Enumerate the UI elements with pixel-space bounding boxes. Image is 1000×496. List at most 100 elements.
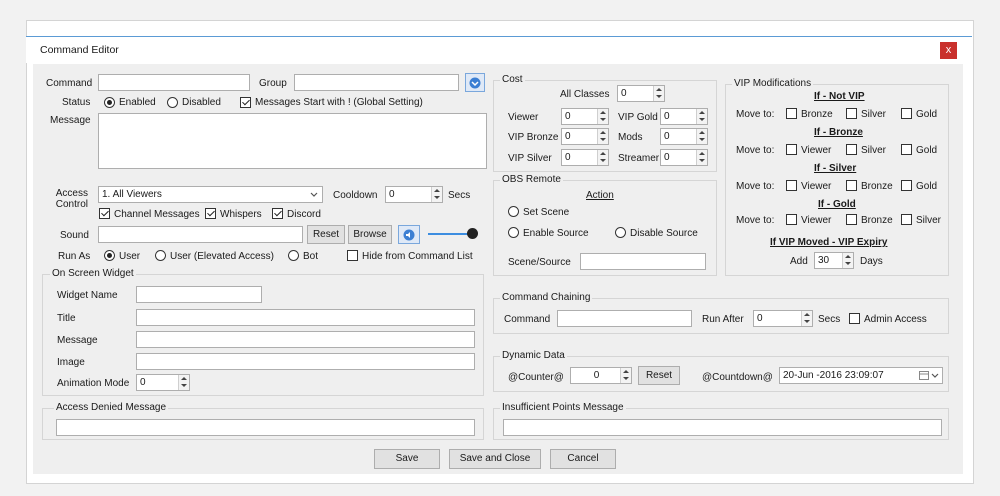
- vip-silver-viewer-checkbox[interactable]: [786, 180, 797, 191]
- chevron-down-icon: [310, 192, 318, 197]
- spinner-arrows[interactable]: [597, 129, 608, 144]
- access-denied-input[interactable]: [56, 419, 475, 436]
- counter-spinner[interactable]: 0: [570, 367, 632, 384]
- cost-viewer-spinner[interactable]: 0: [561, 108, 609, 125]
- widget-name-label: Widget Name: [57, 290, 118, 301]
- sound-browse-button[interactable]: Browse: [348, 225, 392, 244]
- play-sound-button[interactable]: [398, 225, 420, 244]
- vip-not-silver-checkbox[interactable]: [846, 108, 857, 119]
- spinner-arrows[interactable]: [431, 187, 442, 202]
- set-scene-label: Set Scene: [523, 207, 570, 218]
- cost-vip-bronze-label: VIP Bronze: [508, 132, 559, 143]
- vip-if-not-heading: If - Not VIP: [814, 91, 865, 102]
- vip-add-label: Add: [790, 256, 808, 267]
- group-dropdown-button[interactable]: [465, 73, 485, 92]
- vip-bronze-viewer-checkbox[interactable]: [786, 144, 797, 155]
- group-input[interactable]: [294, 74, 459, 91]
- vip-bronze-silver-label: Silver: [861, 145, 887, 156]
- cost-vip-bronze-spinner[interactable]: 0: [561, 128, 609, 145]
- cost-viewer-value: 0: [565, 111, 571, 122]
- disable-source-radio[interactable]: [615, 227, 626, 238]
- spinner-arrows[interactable]: [696, 109, 707, 124]
- countdown-value: 20-Jun -2016 23:09:07: [783, 370, 884, 381]
- save-button[interactable]: Save: [374, 449, 440, 469]
- spinner-arrows[interactable]: [597, 109, 608, 124]
- spinner-arrows[interactable]: [801, 311, 812, 326]
- cost-streamer-spinner[interactable]: 0: [660, 149, 708, 166]
- widget-image-input[interactable]: [136, 353, 475, 370]
- vip-not-gold-checkbox[interactable]: [901, 108, 912, 119]
- run-as-bot-radio[interactable]: [288, 250, 299, 261]
- vip-days-spinner[interactable]: 30: [814, 252, 854, 269]
- spinner-arrows[interactable]: [178, 375, 189, 390]
- vip-gold-move-to-label: Move to:: [736, 215, 775, 226]
- status-enabled-radio[interactable]: [104, 97, 115, 108]
- cost-mods-spinner[interactable]: 0: [660, 128, 708, 145]
- vip-gold-bronze-checkbox[interactable]: [846, 214, 857, 225]
- countdown-datetime-picker[interactable]: 20-Jun -2016 23:09:07: [779, 367, 943, 384]
- message-textarea[interactable]: [98, 113, 487, 169]
- vip-not-bronze-checkbox[interactable]: [786, 108, 797, 119]
- access-control-value: 1. All Viewers: [102, 189, 162, 200]
- cost-vip-gold-spinner[interactable]: 0: [660, 108, 708, 125]
- volume-slider-thumb[interactable]: [467, 228, 478, 239]
- channel-messages-checkbox[interactable]: [99, 208, 110, 219]
- discord-checkbox[interactable]: [272, 208, 283, 219]
- vip-silver-move-to-label: Move to:: [736, 181, 775, 192]
- all-classes-value: 0: [621, 88, 627, 99]
- scene-source-input[interactable]: [580, 253, 706, 270]
- all-classes-label: All Classes: [560, 89, 610, 100]
- run-as-user-radio[interactable]: [104, 250, 115, 261]
- animation-mode-spinner[interactable]: 0: [136, 374, 190, 391]
- sound-reset-button[interactable]: Reset: [307, 225, 345, 244]
- hide-from-list-checkbox[interactable]: [347, 250, 358, 261]
- spinner-arrows[interactable]: [653, 86, 664, 101]
- cancel-button[interactable]: Cancel: [550, 449, 616, 469]
- spinner-arrows[interactable]: [696, 150, 707, 165]
- on-screen-widget-title: On Screen Widget: [50, 268, 136, 280]
- status-disabled-radio[interactable]: [167, 97, 178, 108]
- window-title: Command Editor: [40, 44, 119, 56]
- run-as-elevated-radio[interactable]: [155, 250, 166, 261]
- widget-message-input[interactable]: [136, 331, 475, 348]
- save-and-close-button[interactable]: Save and Close: [449, 449, 541, 469]
- calendar-icon[interactable]: [919, 370, 939, 381]
- messages-start-checkbox[interactable]: [240, 97, 251, 108]
- counter-reset-button[interactable]: Reset: [638, 366, 680, 385]
- run-after-spinner[interactable]: 0: [753, 310, 813, 327]
- vip-if-silver-heading: If - Silver: [814, 163, 857, 174]
- close-button[interactable]: x: [940, 42, 957, 59]
- admin-access-checkbox[interactable]: [849, 313, 860, 324]
- enable-source-radio[interactable]: [508, 227, 519, 238]
- insufficient-points-input[interactable]: [503, 419, 942, 436]
- vip-bronze-gold-checkbox[interactable]: [901, 144, 912, 155]
- spinner-arrows[interactable]: [620, 368, 631, 383]
- widget-title-input[interactable]: [136, 309, 475, 326]
- chevron-down-icon: [469, 77, 481, 89]
- cooldown-spinner[interactable]: 0: [385, 186, 443, 203]
- vip-gold-viewer-checkbox[interactable]: [786, 214, 797, 225]
- spinner-arrows[interactable]: [597, 150, 608, 165]
- widget-name-input[interactable]: [136, 286, 262, 303]
- cost-viewer-label: Viewer: [508, 112, 539, 123]
- vip-silver-bronze-checkbox[interactable]: [846, 180, 857, 191]
- counter-label: @Counter@: [508, 372, 564, 383]
- dynamic-data-title: Dynamic Data: [500, 350, 567, 362]
- cost-vip-silver-spinner[interactable]: 0: [561, 149, 609, 166]
- cooldown-label: Cooldown: [333, 190, 378, 201]
- vip-gold-silver-checkbox[interactable]: [901, 214, 912, 225]
- command-input[interactable]: [98, 74, 250, 91]
- vip-gold-bronze-label: Bronze: [861, 215, 893, 226]
- run-after-label: Run After: [702, 314, 744, 325]
- access-control-select[interactable]: 1. All Viewers: [98, 186, 323, 203]
- spinner-arrows[interactable]: [842, 253, 853, 268]
- set-scene-radio[interactable]: [508, 206, 519, 217]
- all-classes-spinner[interactable]: 0: [617, 85, 665, 102]
- whispers-checkbox[interactable]: [205, 208, 216, 219]
- chaining-command-input[interactable]: [557, 310, 692, 327]
- sound-input[interactable]: [98, 226, 303, 243]
- vip-silver-gold-checkbox[interactable]: [901, 180, 912, 191]
- spinner-arrows[interactable]: [696, 129, 707, 144]
- vip-bronze-silver-checkbox[interactable]: [846, 144, 857, 155]
- vip-silver-gold-label: Gold: [916, 181, 938, 192]
